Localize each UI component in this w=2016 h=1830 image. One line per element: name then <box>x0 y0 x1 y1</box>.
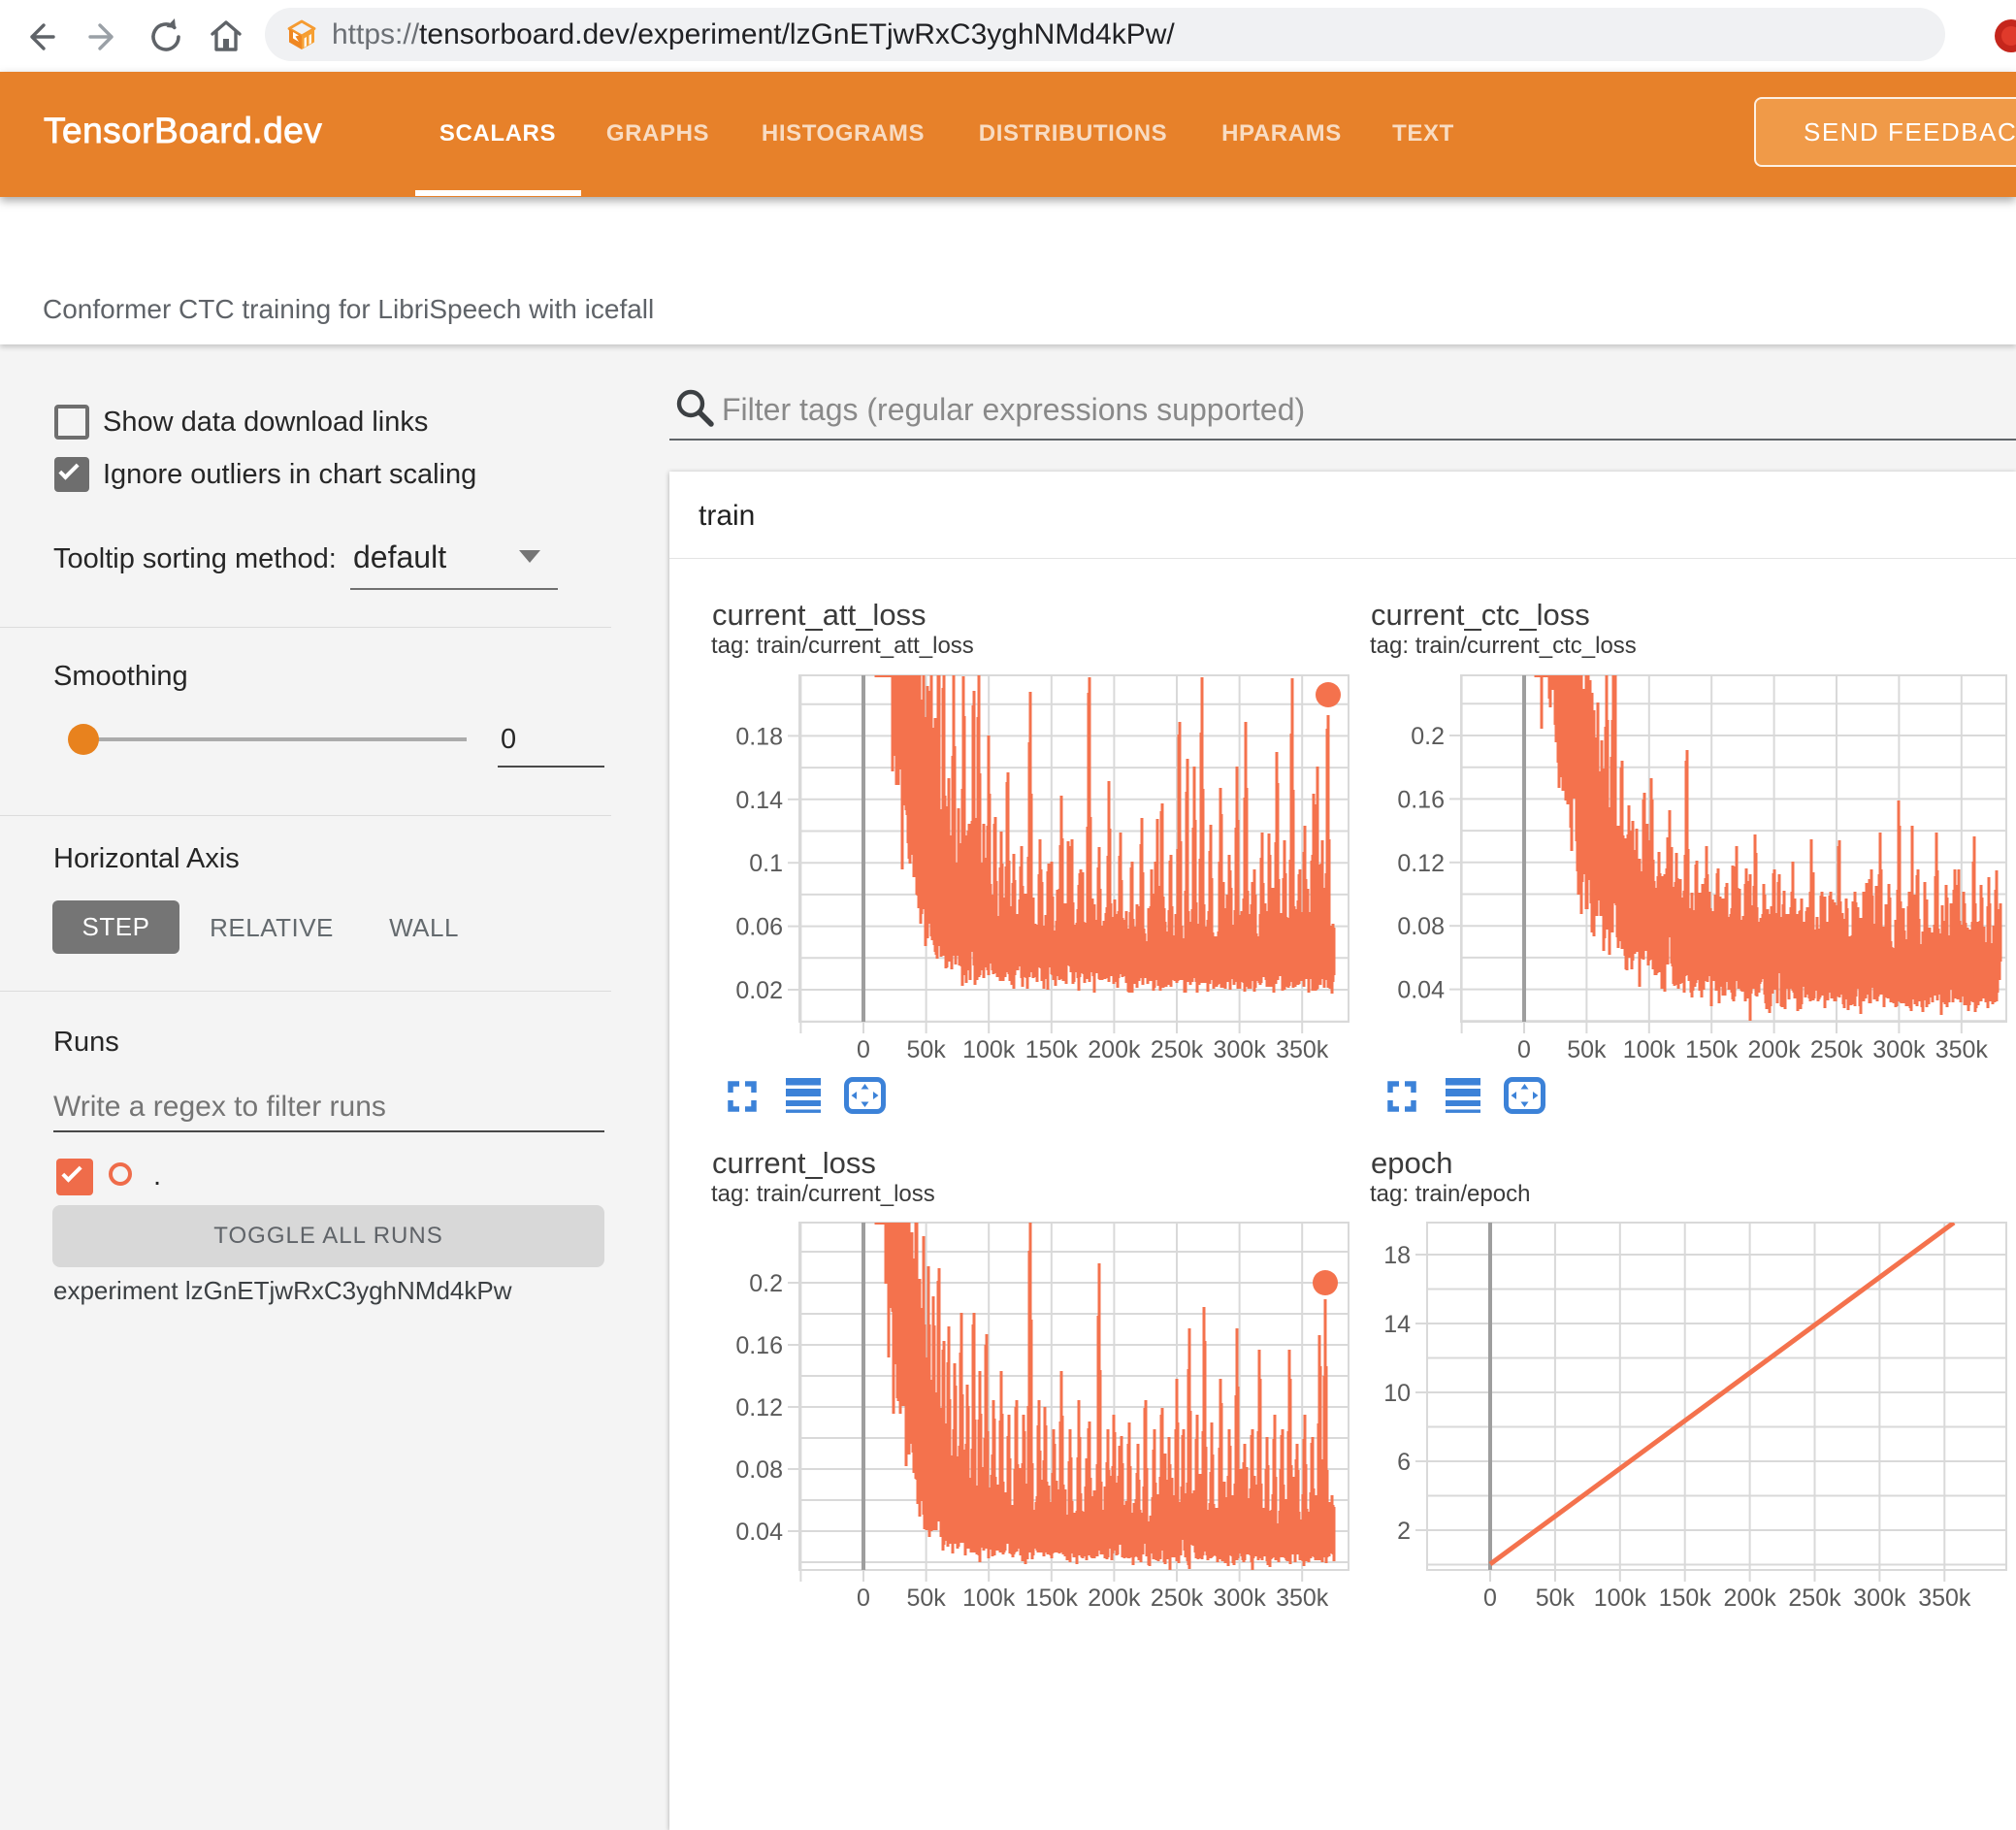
svg-text:50k: 50k <box>1536 1585 1576 1612</box>
svg-text:50k: 50k <box>1567 1036 1607 1063</box>
svg-text:150k: 150k <box>1685 1036 1739 1063</box>
svg-text:0.2: 0.2 <box>1411 723 1445 750</box>
svg-text:0.12: 0.12 <box>1397 850 1445 877</box>
svg-text:200k: 200k <box>1747 1036 1801 1063</box>
svg-text:0: 0 <box>1517 1036 1531 1063</box>
svg-text:50k: 50k <box>906 1036 946 1063</box>
svg-text:0.16: 0.16 <box>735 1332 783 1359</box>
svg-text:200k: 200k <box>1088 1036 1141 1063</box>
svg-text:350k: 350k <box>1918 1585 1971 1612</box>
svg-text:100k: 100k <box>1594 1585 1647 1612</box>
svg-text:0.18: 0.18 <box>735 723 783 750</box>
svg-text:200k: 200k <box>1723 1585 1776 1612</box>
svg-text:0.1: 0.1 <box>749 850 783 877</box>
svg-text:0: 0 <box>857 1585 870 1612</box>
svg-text:350k: 350k <box>1276 1036 1329 1063</box>
svg-text:0.16: 0.16 <box>1397 786 1445 813</box>
svg-text:250k: 250k <box>1788 1585 1841 1612</box>
svg-text:0.04: 0.04 <box>1397 977 1445 1004</box>
svg-text:0.2: 0.2 <box>749 1270 783 1297</box>
svg-text:300k: 300k <box>1213 1585 1266 1612</box>
svg-text:0: 0 <box>1483 1585 1497 1612</box>
svg-text:250k: 250k <box>1151 1585 1204 1612</box>
svg-text:14: 14 <box>1383 1311 1411 1338</box>
svg-text:0: 0 <box>857 1036 870 1063</box>
svg-text:150k: 150k <box>1659 1585 1712 1612</box>
svg-text:0.02: 0.02 <box>735 977 783 1004</box>
svg-text:200k: 200k <box>1088 1585 1141 1612</box>
svg-text:300k: 300k <box>1853 1585 1906 1612</box>
svg-text:150k: 150k <box>1025 1585 1079 1612</box>
svg-text:0.08: 0.08 <box>1397 913 1445 940</box>
svg-text:250k: 250k <box>1151 1036 1204 1063</box>
svg-text:350k: 350k <box>1276 1585 1329 1612</box>
svg-text:100k: 100k <box>1623 1036 1676 1063</box>
svg-text:0.12: 0.12 <box>735 1394 783 1422</box>
svg-text:2: 2 <box>1397 1518 1411 1545</box>
svg-text:18: 18 <box>1383 1242 1411 1269</box>
svg-text:6: 6 <box>1397 1449 1411 1476</box>
svg-text:10: 10 <box>1383 1380 1411 1407</box>
svg-text:100k: 100k <box>962 1585 1016 1612</box>
svg-text:350k: 350k <box>1935 1036 1989 1063</box>
svg-text:50k: 50k <box>906 1585 946 1612</box>
svg-text:0.08: 0.08 <box>735 1456 783 1484</box>
svg-text:300k: 300k <box>1213 1036 1266 1063</box>
svg-text:300k: 300k <box>1872 1036 1926 1063</box>
svg-text:0.14: 0.14 <box>735 787 783 814</box>
svg-text:250k: 250k <box>1810 1036 1864 1063</box>
svg-text:0.06: 0.06 <box>735 914 783 941</box>
svg-text:100k: 100k <box>962 1036 1016 1063</box>
svg-text:150k: 150k <box>1025 1036 1079 1063</box>
svg-text:0.04: 0.04 <box>735 1519 783 1546</box>
